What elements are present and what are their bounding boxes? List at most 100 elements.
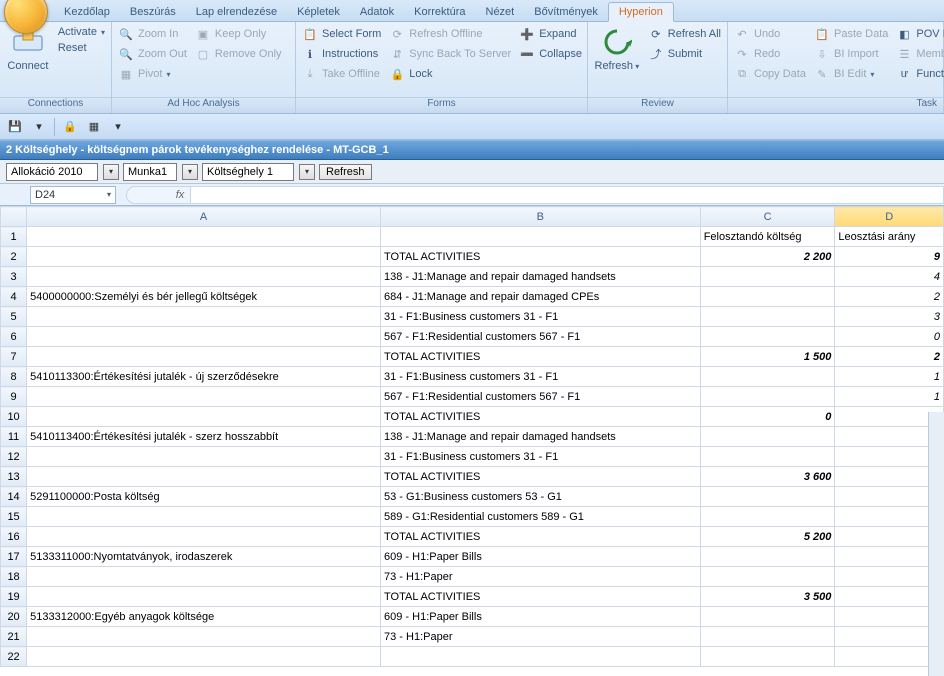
cell[interactable]	[381, 647, 701, 667]
cell[interactable]	[27, 467, 381, 487]
collapse-button[interactable]: ➖Collapse	[517, 45, 584, 63]
col-header-B[interactable]: B	[381, 207, 701, 227]
cell[interactable]: 3	[835, 307, 944, 327]
cell[interactable]	[700, 567, 835, 587]
cell[interactable]	[700, 387, 835, 407]
paste-data-button[interactable]: 📋Paste Data	[812, 25, 890, 43]
cell[interactable]: TOTAL ACTIVITIES	[381, 347, 701, 367]
zoom-out-button[interactable]: 🔍Zoom Out	[116, 45, 189, 63]
bi-import-button[interactable]: ⇩BI Import	[812, 45, 890, 63]
pov-field-3-dropdown[interactable]: ▾	[299, 164, 315, 180]
tab-korrektúra[interactable]: Korrektúra	[404, 3, 475, 21]
refresh-all-button[interactable]: ⟳Refresh All	[646, 25, 723, 43]
cell[interactable]: 5291100000:Posta költség	[27, 487, 381, 507]
tab-lap-elrendezése[interactable]: Lap elrendezése	[186, 3, 287, 21]
cell[interactable]	[27, 527, 381, 547]
cell[interactable]: 4	[835, 267, 944, 287]
cell[interactable]	[27, 567, 381, 587]
vertical-scrollbar[interactable]	[928, 412, 944, 676]
pov-field-1-dropdown[interactable]: ▾	[103, 164, 119, 180]
cell[interactable]: 73 - H1:Paper	[381, 567, 701, 587]
row-header[interactable]: 12	[1, 447, 27, 467]
select-form-button[interactable]: 📋Select Form	[300, 25, 383, 43]
row-header[interactable]: 2	[1, 247, 27, 267]
row-header[interactable]: 9	[1, 387, 27, 407]
cell[interactable]	[700, 327, 835, 347]
refresh-button[interactable]: Refresh	[592, 24, 642, 97]
cell[interactable]: 3 600	[700, 467, 835, 487]
cell[interactable]	[700, 547, 835, 567]
cell[interactable]	[700, 487, 835, 507]
cell[interactable]: 3 500	[700, 587, 835, 607]
instructions-button[interactable]: ℹInstructions	[300, 45, 383, 63]
cell[interactable]: 2 200	[700, 247, 835, 267]
cell[interactable]: 9	[835, 247, 944, 267]
cell[interactable]: TOTAL ACTIVITIES	[381, 467, 701, 487]
cell[interactable]: 31 - F1:Business customers 31 - F1	[381, 447, 701, 467]
cell[interactable]: 31 - F1:Business customers 31 - F1	[381, 367, 701, 387]
row-header[interactable]: 5	[1, 307, 27, 327]
formula-input[interactable]	[190, 186, 944, 204]
row-header[interactable]: 1	[1, 227, 27, 247]
row-header[interactable]: 10	[1, 407, 27, 427]
pivot-button[interactable]: ▦Pivot	[116, 65, 189, 83]
cell[interactable]: 73 - H1:Paper	[381, 627, 701, 647]
cell[interactable]	[700, 287, 835, 307]
tab-képletek[interactable]: Képletek	[287, 3, 350, 21]
row-header[interactable]: 17	[1, 547, 27, 567]
cell[interactable]: 31 - F1:Business customers 31 - F1	[381, 307, 701, 327]
zoom-in-button[interactable]: 🔍Zoom In	[116, 25, 189, 43]
cell[interactable]	[27, 327, 381, 347]
cell[interactable]: 567 - F1:Residential customers 567 - F1	[381, 387, 701, 407]
cell[interactable]	[381, 227, 701, 247]
pov-field-3[interactable]	[203, 166, 293, 178]
fx-icon[interactable]: fx	[170, 186, 190, 204]
row-header[interactable]: 7	[1, 347, 27, 367]
reset-button[interactable]: Reset	[56, 41, 107, 55]
cell[interactable]	[27, 627, 381, 647]
refresh-offline-button[interactable]: ⟳Refresh Offline	[387, 25, 513, 43]
row-header[interactable]: 11	[1, 427, 27, 447]
cell[interactable]: TOTAL ACTIVITIES	[381, 247, 701, 267]
cell[interactable]: 684 - J1:Manage and repair damaged CPEs	[381, 287, 701, 307]
cell[interactable]	[700, 307, 835, 327]
pov-refresh-button[interactable]: Refresh	[319, 164, 372, 180]
cell[interactable]: Leosztási arány	[835, 227, 944, 247]
take-offline-button[interactable]: ⤓Take Offline	[300, 65, 383, 83]
row-header[interactable]: 21	[1, 627, 27, 647]
row-header[interactable]: 4	[1, 287, 27, 307]
cell[interactable]	[700, 267, 835, 287]
activate-button[interactable]: Activate	[56, 25, 107, 39]
cell[interactable]: TOTAL ACTIVITIES	[381, 527, 701, 547]
cell[interactable]	[27, 507, 381, 527]
cell[interactable]: 609 - H1:Paper Bills	[381, 547, 701, 567]
pov-field-2-dropdown[interactable]: ▾	[182, 164, 198, 180]
row-header[interactable]: 15	[1, 507, 27, 527]
keep-only-button[interactable]: ▣Keep Only	[193, 25, 284, 43]
cell[interactable]: TOTAL ACTIVITIES	[381, 407, 701, 427]
row-header[interactable]: 14	[1, 487, 27, 507]
grid-small-icon[interactable]: ▦	[85, 118, 103, 136]
remove-only-button[interactable]: ▢Remove Only	[193, 45, 284, 63]
col-header-C[interactable]: C	[700, 207, 835, 227]
cell[interactable]	[700, 507, 835, 527]
row-header[interactable]: 8	[1, 367, 27, 387]
cell[interactable]	[27, 587, 381, 607]
cell[interactable]	[27, 247, 381, 267]
save-icon[interactable]: 💾	[6, 118, 24, 136]
cell[interactable]: 53 - G1:Business customers 53 - G1	[381, 487, 701, 507]
submit-button[interactable]: ⤴Submit	[646, 45, 723, 63]
cell[interactable]: 5410113400:Értékesítési jutalék - szerz …	[27, 427, 381, 447]
cell[interactable]	[27, 347, 381, 367]
cell[interactable]	[700, 447, 835, 467]
cell[interactable]	[700, 427, 835, 447]
cell[interactable]: Felosztandó költség	[700, 227, 835, 247]
row-header[interactable]: 18	[1, 567, 27, 587]
row-header[interactable]: 19	[1, 587, 27, 607]
select-all-corner[interactable]	[1, 207, 27, 227]
cell[interactable]: 5 200	[700, 527, 835, 547]
cell[interactable]	[700, 367, 835, 387]
cell[interactable]: 5410113300:Értékesítési jutalék - új sze…	[27, 367, 381, 387]
cell[interactable]: 5133312000:Egyéb anyagok költsége	[27, 607, 381, 627]
row-header[interactable]: 6	[1, 327, 27, 347]
